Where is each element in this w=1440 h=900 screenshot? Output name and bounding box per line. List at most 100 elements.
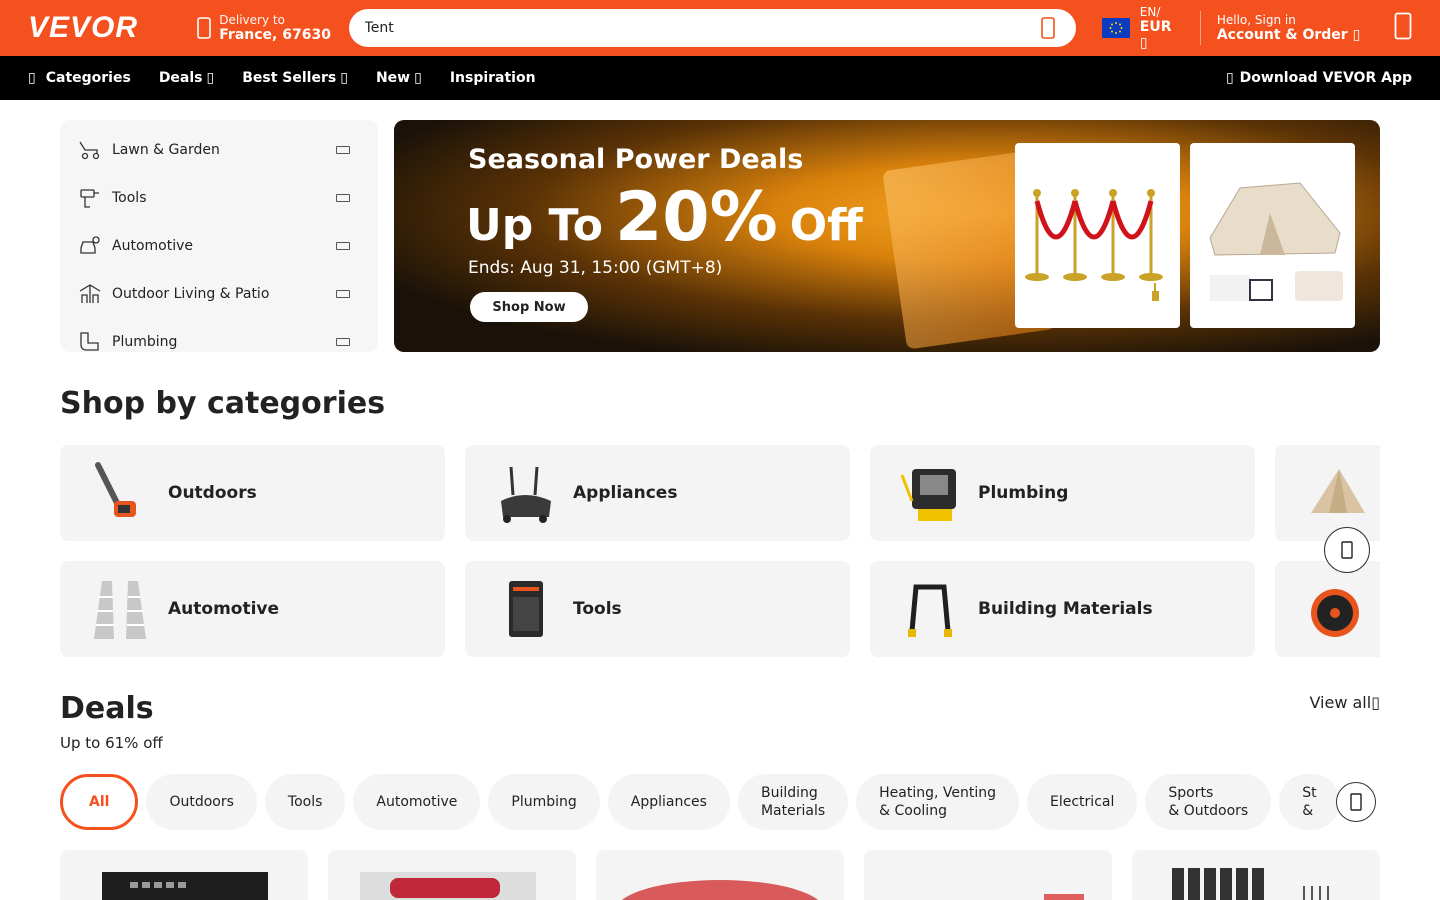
banner-title: Seasonal Power Deals <box>468 144 804 175</box>
signin-label: Hello, Sign in <box>1216 13 1296 27</box>
carousel-next-button[interactable] <box>1324 527 1370 573</box>
category-tile-partial[interactable] <box>1275 445 1380 541</box>
chip-outdoors[interactable]: Outdoors <box>146 774 257 830</box>
category-tile-automotive[interactable]: Automotive <box>60 561 445 657</box>
nav-inspiration[interactable]: Inspiration <box>450 70 536 86</box>
section-title-categories: Shop by categories <box>60 386 386 421</box>
chainsaw-image <box>95 462 136 517</box>
nav-categories[interactable]: ▯ Categories <box>28 70 131 86</box>
category-tile-label: Plumbing <box>978 483 1069 503</box>
deals-header: Deals View all▯ <box>60 691 1380 726</box>
ventilation-fan-image <box>1311 589 1359 637</box>
phone-icon: ▯ <box>1225 70 1234 86</box>
download-app-link[interactable]: ▯ Download VEVOR App <box>1226 70 1412 86</box>
category-tile-building-materials[interactable]: Building Materials <box>870 561 1255 657</box>
category-tile-appliances[interactable]: Appliances <box>465 445 850 541</box>
chevron-down-icon: ▯ <box>414 70 422 86</box>
chip-hvac[interactable]: Heating, Venting & Cooling <box>856 774 1020 830</box>
chevron-right-icon <box>336 146 350 154</box>
category-tile-label: Outdoors <box>168 483 257 503</box>
category-tile-tools[interactable]: Tools <box>465 561 850 657</box>
product-image <box>1172 868 1329 900</box>
view-all-link[interactable]: View all▯ <box>1309 693 1380 726</box>
eu-flag-icon <box>1101 18 1130 38</box>
car-service-icon <box>80 236 100 254</box>
category-tile-plumbing[interactable]: Plumbing <box>870 445 1255 541</box>
currency-label: EUR <box>1139 19 1172 35</box>
chip-all[interactable]: All <box>60 774 139 830</box>
product-card[interactable] <box>60 850 308 900</box>
top-header: VEVOR Delivery to France, 67630 EN/ EUR … <box>0 0 1440 56</box>
product-card[interactable] <box>864 850 1112 900</box>
product-card[interactable] <box>328 850 576 900</box>
category-tile-label: Building Materials <box>978 599 1153 619</box>
section-title-deals: Deals <box>60 691 154 726</box>
delivery-selector[interactable]: Delivery to France, 67630 <box>197 13 336 43</box>
banner-product-tent[interactable] <box>1190 143 1355 328</box>
category-tile-label: Tools <box>573 599 622 619</box>
view-all-label: View all <box>1309 693 1372 712</box>
category-menu-item[interactable]: Lawn & Garden <box>78 126 360 174</box>
delivery-label: Delivery to <box>219 13 285 27</box>
category-menu-item[interactable]: Tools <box>78 174 360 222</box>
chip-electrical[interactable]: Electrical <box>1027 774 1138 830</box>
loading-ramps-image <box>94 581 146 639</box>
nav-inspiration-label: Inspiration <box>449 70 536 86</box>
chip-tools[interactable]: Tools <box>264 774 346 830</box>
chip-partial[interactable]: St & <box>1279 774 1340 830</box>
category-tile-outdoors[interactable]: Outdoors <box>60 445 445 541</box>
header-divider <box>1199 11 1201 45</box>
category-menu-item[interactable]: Outdoor Living & Patio <box>78 270 360 318</box>
category-menu-label: Plumbing <box>112 334 178 350</box>
nav-best-sellers[interactable]: Best Sellers ▯ <box>242 70 348 86</box>
account-menu[interactable]: Hello, Sign in Account & Order ▯ <box>1217 13 1376 43</box>
jack-stands-image <box>908 584 952 637</box>
chips-next-button[interactable] <box>1336 782 1376 822</box>
banner-end-date: Ends: Aug 31, 15:00 (GMT+8) <box>468 258 723 278</box>
chip-sports-outdoors[interactable]: Sports & Outdoors <box>1145 774 1272 830</box>
category-menu-item[interactable]: Plumbing <box>78 318 360 366</box>
chevron-right-icon <box>1341 541 1353 559</box>
inspection-camera-image <box>900 469 956 521</box>
chip-plumbing[interactable]: Plumbing <box>488 774 600 830</box>
shop-now-button[interactable]: Shop Now <box>470 292 588 322</box>
chip-building-materials[interactable]: Building Materials <box>737 774 849 830</box>
bell-tent-image <box>1311 469 1365 513</box>
chevron-down-icon: ▯ <box>206 70 215 86</box>
chevron-right-icon <box>336 194 350 202</box>
promo-banner[interactable]: Seasonal Power Deals Up To 20% Off Ends:… <box>394 120 1380 352</box>
language-currency-selector[interactable]: EN/ EUR ▯ <box>1101 5 1184 51</box>
product-card[interactable] <box>1132 850 1380 900</box>
nav-best-sellers-label: Best Sellers <box>242 70 337 86</box>
category-menu-item[interactable]: Automotive <box>78 222 360 270</box>
category-carousel: Outdoors Appliances Plumbing Automotive … <box>60 445 1380 657</box>
product-card[interactable] <box>596 850 844 900</box>
search-icon[interactable] <box>1036 16 1060 40</box>
delivery-location: France, 67630 <box>219 27 331 43</box>
deals-product-row <box>60 850 1440 900</box>
pipe-icon <box>80 332 99 351</box>
drill-icon <box>80 189 99 208</box>
nav-new-label: New <box>375 70 411 86</box>
product-image <box>1044 894 1084 900</box>
search-bar <box>348 9 1076 47</box>
nav-new[interactable]: New ▯ <box>376 70 422 86</box>
download-app-label: Download VEVOR App <box>1239 70 1412 86</box>
chevron-right-icon <box>336 242 350 250</box>
search-input[interactable] <box>364 20 1036 36</box>
nav-deals[interactable]: Deals ▯ <box>159 70 214 86</box>
menu-icon: ▯ <box>28 70 36 86</box>
cart-icon[interactable] <box>1394 12 1412 44</box>
floor-sweeper-image <box>501 466 551 523</box>
chip-appliances[interactable]: Appliances <box>607 774 730 830</box>
category-tile-label: Appliances <box>573 483 678 503</box>
account-label: Account & Order <box>1216 27 1348 43</box>
category-tile-partial[interactable] <box>1275 561 1380 657</box>
chevron-right-icon <box>336 290 350 298</box>
vevor-logo[interactable]: VEVOR <box>28 11 173 45</box>
chip-automotive[interactable]: Automotive <box>353 774 481 830</box>
banner-product-stanchions[interactable] <box>1015 143 1180 328</box>
category-menu-label: Automotive <box>112 238 193 254</box>
location-pin-icon <box>197 17 212 39</box>
product-image <box>621 880 819 900</box>
